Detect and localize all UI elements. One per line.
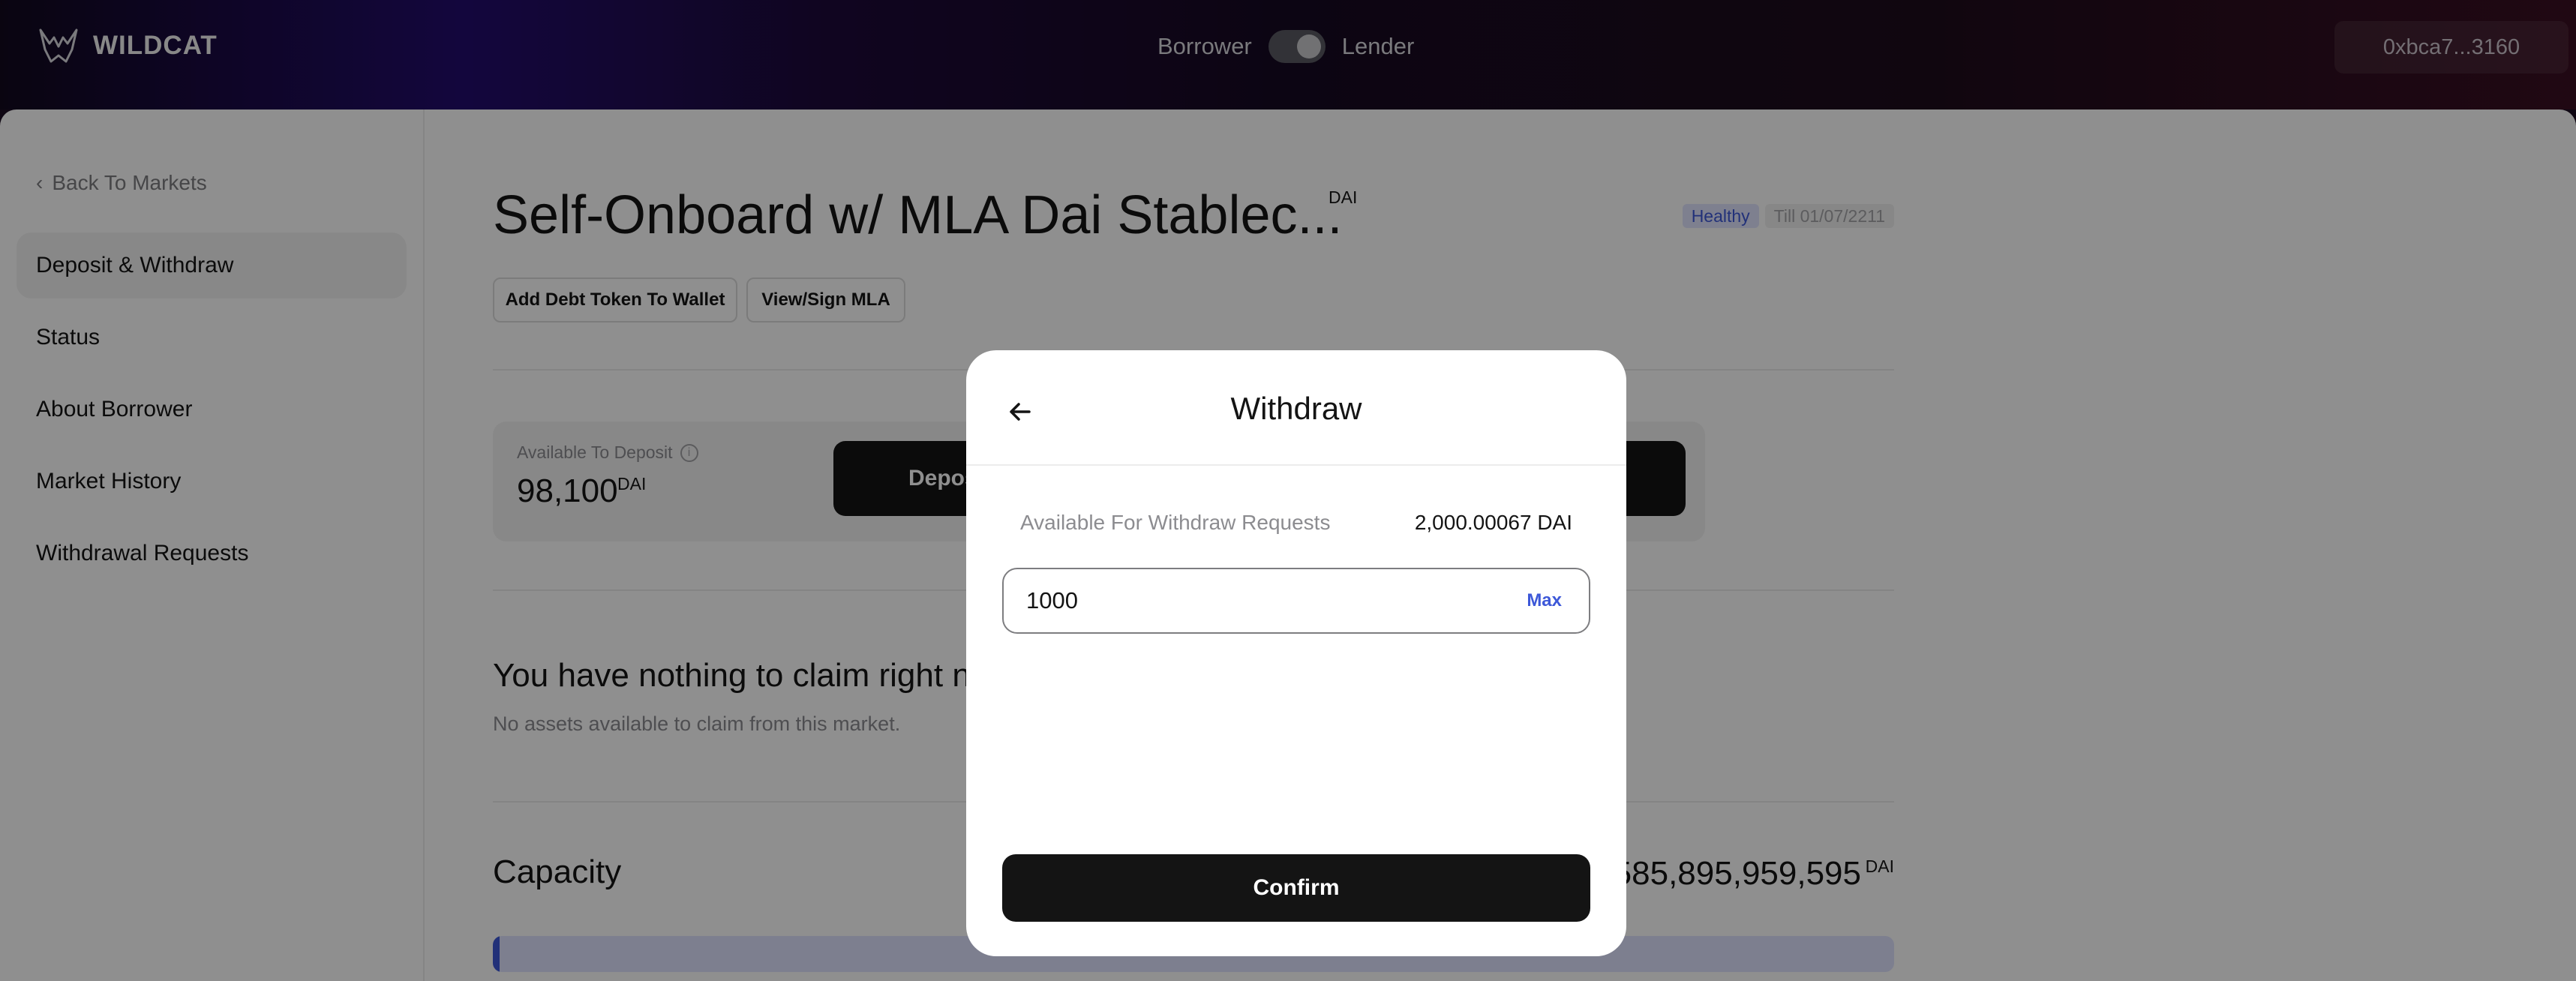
max-button[interactable]: Max — [1527, 590, 1562, 611]
modal-overlay[interactable]: Withdraw Available For Withdraw Requests… — [0, 0, 2576, 981]
withdraw-amount-input[interactable] — [1026, 587, 1527, 614]
withdraw-amount-field[interactable]: Max — [1002, 568, 1590, 634]
modal-title: Withdraw — [1230, 391, 1362, 426]
withdraw-available-value: 2,000.00067 DAI — [1414, 511, 1572, 534]
confirm-button[interactable]: Confirm — [1002, 854, 1590, 922]
modal-divider — [966, 464, 1626, 466]
withdraw-modal: Withdraw Available For Withdraw Requests… — [966, 350, 1626, 956]
withdraw-available-label: Available For Withdraw Requests — [1020, 511, 1331, 534]
